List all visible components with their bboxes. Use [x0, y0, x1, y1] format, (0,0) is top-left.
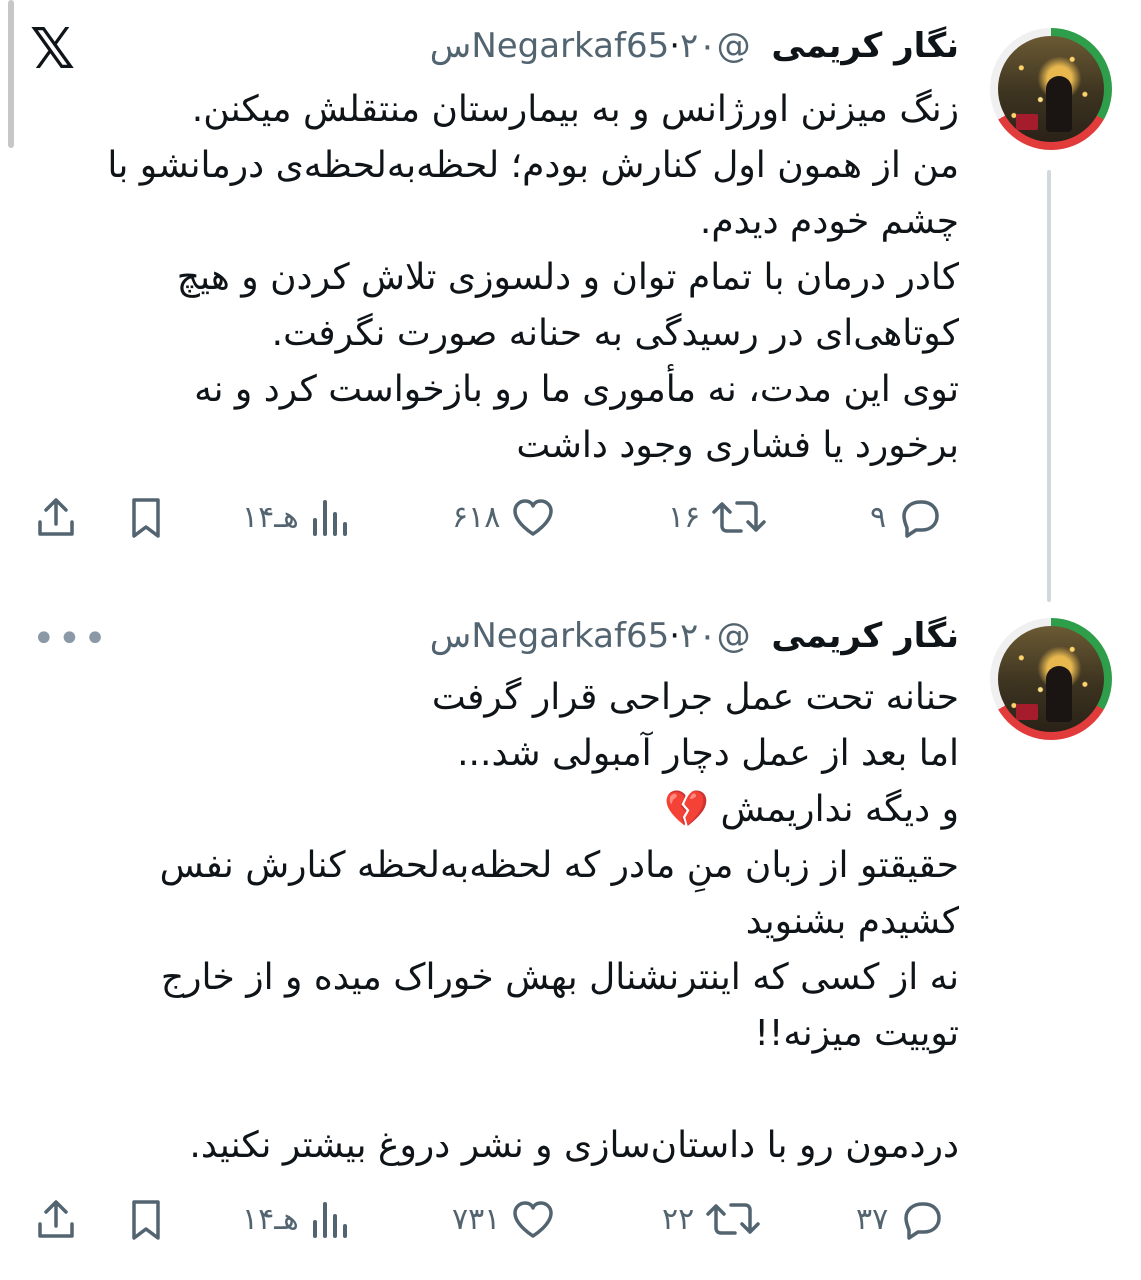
reply-icon: [902, 500, 939, 538]
bookmark-button[interactable]: [126, 1198, 166, 1242]
text-line: توییت میزنه!!: [754, 1013, 960, 1054]
text-line: چشم خودم دیدم.: [699, 201, 959, 242]
like-icon: [513, 499, 554, 536]
views-count: ۱۴هـ: [242, 499, 299, 535]
author-name[interactable]: نگار کریمی: [771, 616, 959, 656]
text-line: کشیدم بشنوید: [745, 901, 959, 942]
text-line: برخورد یا فشاری وجود داشت: [516, 425, 959, 466]
share-button[interactable]: [34, 1198, 78, 1242]
like-icon: [513, 1201, 554, 1238]
avatar[interactable]: [990, 618, 1112, 740]
text-line: و دیگه نداریمش 💔: [664, 789, 959, 830]
text-line: نه از کسی که اینترنشنال بهش خوراک میده و…: [160, 957, 959, 998]
x-logo[interactable]: 𝕏: [30, 22, 75, 78]
text-line: زنگ میزنن اورژانس و به بیمارستان منتقلش …: [191, 89, 959, 130]
avatar[interactable]: [990, 28, 1112, 150]
text-line: من از همون اول کنارش بودم؛ لحظه‌به‌لحظه‌…: [107, 145, 959, 186]
repost-button[interactable]: ۲۲: [662, 1198, 762, 1240]
tweet-text: زنگ میزنن اورژانس و به بیمارستان منتقلش …: [79, 82, 959, 474]
text-line: حنانه تحت عمل جراحی قرار گرفت: [431, 677, 959, 718]
tweet-header: نگار کریمی @Negarkaf65·۲۰س: [429, 616, 959, 656]
text-line: توی این مدت، نه مأموری ما رو بازخواست کر…: [194, 369, 959, 410]
text-line: حقیقتو از زبان منِ مادر که لحظه‌به‌لحظه …: [159, 845, 959, 886]
text-line: کادر درمان با تمام توان و دلسوزی تلاش کر…: [176, 257, 959, 298]
reply-icon: [904, 1202, 941, 1240]
scroll-indicator[interactable]: [8, 0, 14, 148]
reply-count: ۳۷: [856, 1201, 889, 1237]
views-button[interactable]: ۱۴هـ: [242, 1198, 351, 1240]
tweet-header: نگار کریمی @Negarkaf65·۲۰س: [429, 26, 959, 66]
like-count: ۶۱۸: [452, 499, 501, 535]
views-icon: [312, 500, 347, 536]
author-name[interactable]: نگار کریمی: [771, 26, 959, 66]
repost-icon: [706, 1203, 760, 1235]
text-line: کوتاهی‌ای در رسیدگی به حنانه صورت نگرفت.: [271, 313, 959, 354]
reply-button[interactable]: ۹: [870, 496, 942, 538]
thread-connector: [1047, 170, 1051, 602]
bookmark-icon: [132, 498, 160, 538]
repost-count: ۱۶: [668, 499, 701, 535]
share-button[interactable]: [34, 496, 78, 540]
more-icon[interactable]: •••: [32, 616, 109, 662]
reply-count: ۹: [870, 499, 887, 535]
text-line: اما بعد از عمل دچار آمبولی شد...: [457, 733, 959, 774]
views-button[interactable]: ۱۴هـ: [242, 496, 351, 538]
repost-count: ۲۲: [662, 1201, 695, 1237]
like-button[interactable]: ۷۳۱: [452, 1198, 556, 1240]
repost-button[interactable]: ۱۶: [668, 496, 768, 538]
bookmark-button[interactable]: [126, 496, 166, 540]
share-icon: [38, 498, 74, 536]
reply-button[interactable]: ۳۷: [856, 1198, 944, 1240]
repost-icon: [712, 501, 766, 533]
like-count: ۷۳۱: [452, 1201, 501, 1237]
views-icon: [312, 1202, 347, 1238]
text-line: [79, 1062, 959, 1118]
text-line: دردمون رو با داستان‌سازی و نشر دروغ بیشت…: [189, 1125, 959, 1166]
like-button[interactable]: ۶۱۸: [452, 496, 556, 538]
views-count: ۱۴هـ: [242, 1201, 299, 1237]
share-icon: [38, 1200, 74, 1238]
tweet-text: حنانه تحت عمل جراحی قرار گرفت اما بعد از…: [79, 670, 959, 1174]
bookmark-icon: [132, 1200, 160, 1240]
